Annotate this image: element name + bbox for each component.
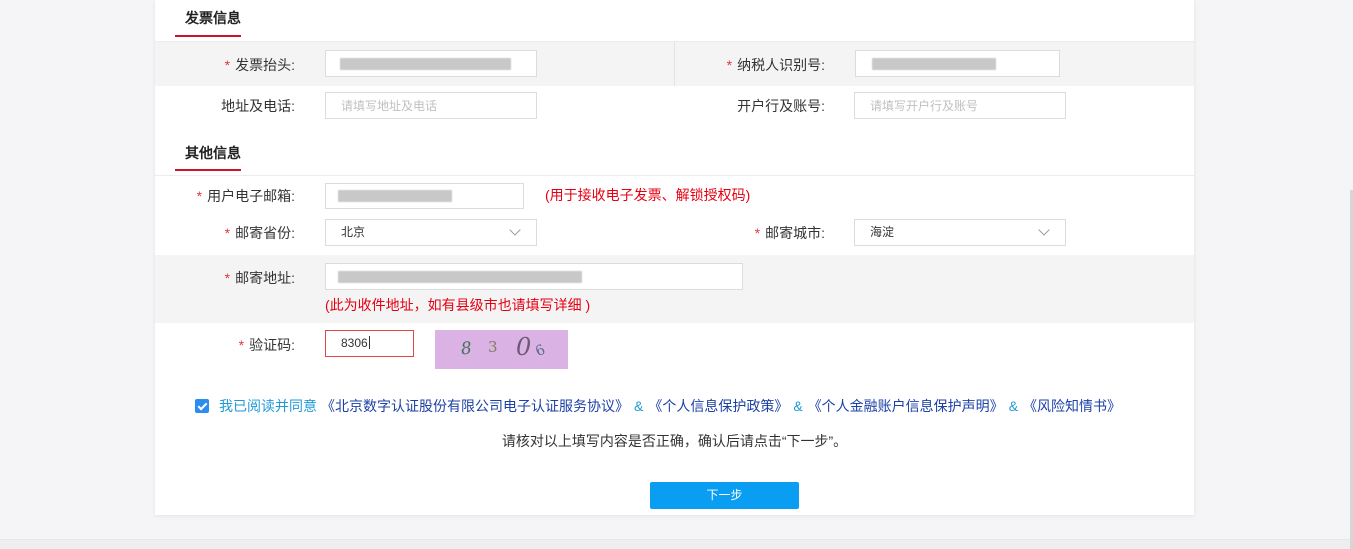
invoice-title-label: * 发票抬头: [155, 56, 295, 74]
invoice-title-label-text: 发票抬头: [235, 57, 295, 73]
province-label: * 邮寄省份: [155, 224, 295, 242]
next-step-button[interactable]: 下一步 [650, 482, 799, 509]
address-note: (此为收件地址，如有县级市也请填写详细 ) [325, 297, 591, 313]
agreement-checkbox[interactable] [195, 399, 209, 413]
province-selected-value: 北京 [341, 225, 366, 239]
captcha-char: 0 [516, 333, 532, 361]
city-select[interactable]: 海淀 [854, 219, 1066, 246]
confirm-hint: 请核对以上填写内容是否正确，确认后请点击“下一步”。 [501, 433, 848, 449]
agreement-separator: & [634, 398, 644, 414]
required-mark: * [224, 225, 231, 241]
address-phone-label: 地址及电话: [221, 98, 295, 114]
chevron-down-icon [509, 224, 521, 236]
captcha-char: 3 [488, 338, 498, 356]
redacted-value [340, 58, 511, 70]
city-selected-value: 海淀 [870, 225, 895, 239]
captcha-input-value: 8306 [341, 336, 368, 350]
captcha-char: 8 [459, 338, 473, 360]
captcha-label-text: 验证码: [249, 337, 295, 353]
redacted-value [338, 190, 452, 202]
text-cursor [368, 336, 370, 350]
address-input[interactable] [325, 263, 743, 290]
agreement-link-service-agreement[interactable]: 《北京数字认证股份有限公司电子认证服务协议》 [321, 398, 629, 414]
required-mark: * [196, 188, 203, 204]
bank-account-input[interactable] [854, 92, 1066, 119]
address-label-text: 邮寄地址: [235, 270, 295, 286]
email-note: (用于接收电子发票、解锁授权码) [545, 187, 751, 203]
email-label: * 用户电子邮箱: [155, 187, 295, 205]
province-label-text: 邮寄省份: [235, 225, 295, 241]
address-label: * 邮寄地址: [155, 269, 295, 287]
bank-account-label: 开户行及账号: [737, 98, 825, 114]
agreement-separator: & [1008, 398, 1019, 414]
section-title-invoice: 发票信息 [185, 10, 241, 26]
invoice-title-input[interactable] [325, 50, 537, 77]
redacted-value [338, 271, 582, 283]
city-label-text: 邮寄城市: [765, 225, 825, 241]
page-bottom-strip [0, 539, 1353, 549]
province-select[interactable]: 北京 [325, 219, 537, 246]
email-input[interactable] [325, 183, 524, 209]
captcha-input[interactable]: 8306 [325, 330, 414, 357]
agreement-prefix[interactable]: 我已阅读并同意 [219, 398, 317, 414]
required-mark: * [238, 337, 245, 353]
check-icon [197, 400, 207, 410]
captcha-char: 6 [533, 341, 548, 361]
city-label: * 邮寄城市: [674, 224, 825, 242]
section-divider [155, 175, 1194, 176]
invoice-form-card: 发票信息 *发票抬头: *纳税人识别号: 地址及电话: 开户行及账号: 其他信息… [155, 0, 1194, 515]
section-title-underline [175, 169, 241, 171]
agreement-link-financial-account-statement[interactable]: 《个人金融账户信息保护声明》 [808, 398, 1004, 414]
captcha-label: * 验证码: [155, 336, 295, 354]
section-title-other: 其他信息 [185, 145, 241, 161]
email-label-text: 用户电子邮箱: [207, 188, 295, 204]
redacted-value [872, 58, 996, 70]
required-mark: * [224, 270, 231, 286]
tax-id-label-text: 纳税人识别号: [737, 57, 825, 73]
required-mark: * [726, 57, 733, 73]
required-mark: * [754, 225, 761, 241]
agreement-separator: & [793, 398, 803, 414]
chevron-down-icon [1038, 224, 1050, 236]
required-mark: * [224, 57, 231, 73]
section-title-underline [175, 35, 241, 37]
tax-id-input[interactable] [855, 50, 1060, 77]
agreement-link-privacy-policy[interactable]: 《个人信息保护政策》 [648, 398, 788, 414]
agreement-link-risk-disclosure[interactable]: 《风险知情书》 [1023, 398, 1121, 414]
tax-id-label: * 纳税人识别号: [674, 56, 825, 74]
agreement-text: 我已阅读并同意 《北京数字认证股份有限公司电子认证服务协议》 & 《个人信息保护政策》… [219, 397, 1121, 415]
captcha-image[interactable]: 8 3 0 6 [435, 330, 568, 369]
address-phone-input[interactable] [325, 92, 537, 119]
